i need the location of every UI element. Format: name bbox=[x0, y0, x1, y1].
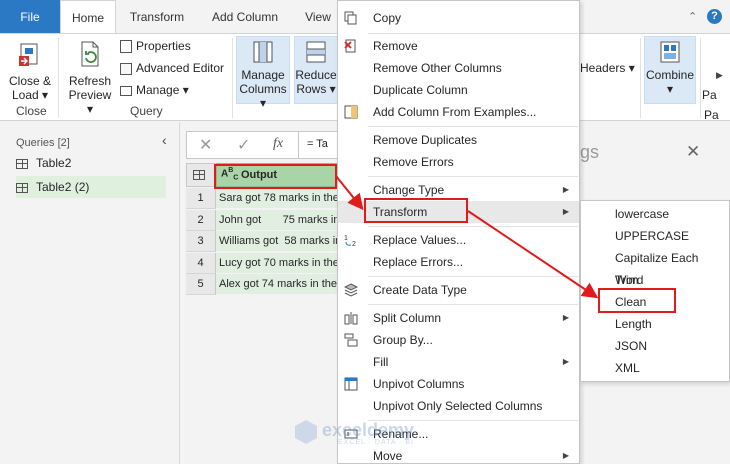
arrow-to-transform bbox=[335, 175, 364, 211]
annotation-arrows bbox=[335, 175, 599, 299]
watermark-logo bbox=[295, 420, 317, 444]
watermark-tagline: EXCEL · DATA · BI bbox=[338, 439, 414, 446]
arrow-to-clean bbox=[467, 210, 599, 299]
watermark-brand: exceldemy bbox=[322, 420, 415, 440]
